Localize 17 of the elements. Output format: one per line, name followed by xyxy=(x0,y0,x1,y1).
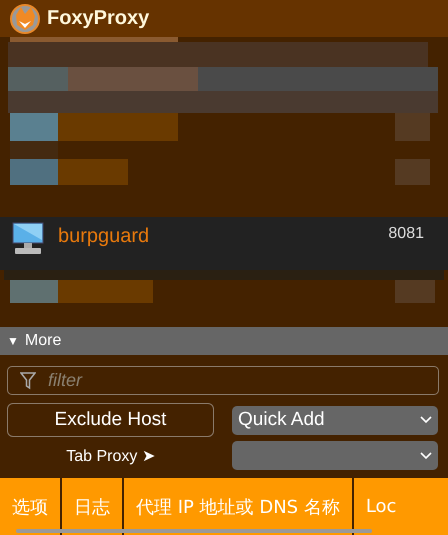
tab-proxy-select[interactable] xyxy=(232,441,438,470)
app-title: FoxyProxy xyxy=(47,7,150,30)
quick-add-select[interactable]: Quick Add xyxy=(232,406,438,434)
more-toggle[interactable]: ▼ More xyxy=(0,327,448,355)
chevron-down-icon xyxy=(420,452,432,460)
filter-icon xyxy=(20,372,36,390)
fox-logo-icon xyxy=(9,2,41,34)
proxy-port: 8081 xyxy=(388,225,424,243)
chevron-down-icon xyxy=(420,416,432,424)
proxy-row[interactable]: burpguard 8081 xyxy=(0,217,448,270)
computer-icon xyxy=(12,222,44,256)
scrollbar[interactable] xyxy=(16,529,372,533)
tab-proxy-label: Tab Proxy ➤ xyxy=(65,446,156,466)
proxy-name: burpguard xyxy=(58,225,150,248)
filter-field[interactable]: filter xyxy=(7,366,439,395)
exclude-host-button[interactable]: Exclude Host xyxy=(7,403,214,437)
triangle-icon: ▼ xyxy=(7,334,19,348)
